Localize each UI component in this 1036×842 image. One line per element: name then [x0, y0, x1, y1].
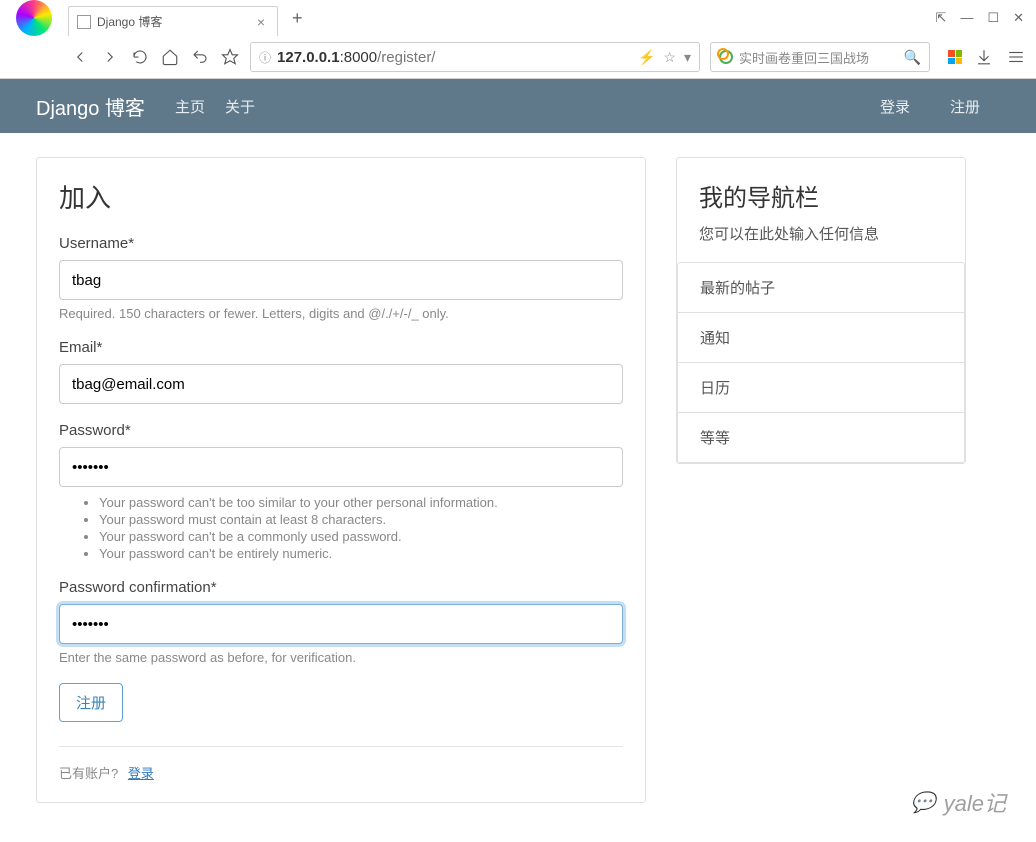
navbar-brand[interactable]: Django 博客	[36, 92, 145, 121]
password-help-item: Your password can't be too similar to yo…	[99, 495, 623, 510]
sidebar-item-etc[interactable]: 等等	[678, 413, 964, 462]
sidebar-item-calendar[interactable]: 日历	[678, 363, 964, 413]
sidebar-item-latest[interactable]: 最新的帖子	[678, 263, 964, 313]
pin-icon[interactable]: ⇱	[936, 10, 947, 26]
submit-button[interactable]: 注册	[59, 683, 123, 722]
search-box[interactable]: 实时画卷重回三国战场 🔍	[710, 42, 930, 72]
password2-label: Password confirmation*	[59, 579, 623, 596]
email-label: Email*	[59, 339, 623, 356]
username-input[interactable]	[59, 260, 623, 300]
login-link[interactable]: 登录	[128, 766, 154, 781]
password-help-item: Your password can't be entirely numeric.	[99, 546, 623, 561]
url-text: 127.0.0.1:8000/register/	[277, 49, 435, 66]
new-tab-button[interactable]: +	[278, 8, 317, 29]
bookmark-star-icon[interactable]: ☆	[663, 49, 676, 66]
search-icon[interactable]: 🔍	[904, 49, 921, 66]
have-account-text: 已有账户?	[59, 766, 118, 781]
star-icon[interactable]	[220, 47, 240, 67]
maximize-icon[interactable]: ☐	[987, 10, 999, 26]
close-window-icon[interactable]: ✕	[1013, 10, 1024, 26]
email-input[interactable]	[59, 364, 623, 404]
register-card: 加入 Username* Required. 150 characters or…	[36, 157, 646, 803]
dropdown-icon[interactable]: ▾	[684, 49, 691, 66]
form-title: 加入	[59, 178, 623, 215]
sidebar-item-notifications[interactable]: 通知	[678, 313, 964, 363]
sidebar-list: 最新的帖子 通知 日历 等等	[677, 262, 965, 463]
grid-apps-icon[interactable]	[948, 50, 962, 64]
download-icon[interactable]	[974, 47, 994, 67]
password-help-item: Your password must contain at least 8 ch…	[99, 512, 623, 527]
password2-input[interactable]	[59, 604, 623, 644]
nav-about[interactable]: 关于	[225, 96, 255, 117]
nav-login[interactable]: 登录	[880, 96, 910, 117]
tab-close-icon[interactable]: ×	[253, 14, 269, 30]
password-help-list: Your password can't be too similar to yo…	[59, 495, 623, 561]
search-placeholder: 实时画卷重回三国战场	[739, 48, 904, 67]
forward-icon[interactable]	[100, 47, 120, 67]
sidebar-card: 我的导航栏 您可以在此处输入任何信息 最新的帖子 通知 日历 等等	[676, 157, 966, 464]
home-icon[interactable]	[160, 47, 180, 67]
search-engine-icon	[719, 50, 733, 64]
browser-tab[interactable]: Django 博客 ×	[68, 6, 278, 36]
reload-icon[interactable]	[130, 47, 150, 67]
minimize-icon[interactable]: —	[960, 10, 973, 26]
site-navbar: Django 博客 主页 关于 登录 注册	[0, 79, 1036, 133]
undo-icon[interactable]	[190, 47, 210, 67]
username-help: Required. 150 characters or fewer. Lette…	[59, 306, 623, 321]
nav-home[interactable]: 主页	[175, 96, 205, 117]
nav-register[interactable]: 注册	[950, 96, 980, 117]
username-label: Username*	[59, 235, 623, 252]
flash-icon[interactable]: ⚡	[638, 49, 655, 66]
sidebar-subtitle: 您可以在此处输入任何信息	[699, 223, 943, 244]
password-label: Password*	[59, 422, 623, 439]
password-input[interactable]	[59, 447, 623, 487]
address-bar[interactable]: ⓘ 127.0.0.1:8000/register/ ⚡ ☆ ▾	[250, 42, 700, 72]
page-favicon	[77, 15, 91, 29]
wechat-icon: 💬	[911, 790, 936, 815]
browser-chrome: Django 博客 × + ⇱ — ☐ ✕ ⓘ 127.0.0.1:8000/r…	[0, 0, 1036, 79]
divider	[59, 746, 623, 747]
sidebar-title: 我的导航栏	[699, 178, 943, 213]
password-help-item: Your password can't be a commonly used p…	[99, 529, 623, 544]
password2-help: Enter the same password as before, for v…	[59, 650, 623, 665]
site-info-icon[interactable]: ⓘ	[259, 49, 271, 66]
back-icon[interactable]	[70, 47, 90, 67]
browser-app-icon	[10, 0, 58, 42]
watermark: 💬 yale记	[911, 786, 1006, 818]
tab-title: Django 博客	[97, 13, 253, 30]
menu-icon[interactable]	[1006, 47, 1026, 67]
